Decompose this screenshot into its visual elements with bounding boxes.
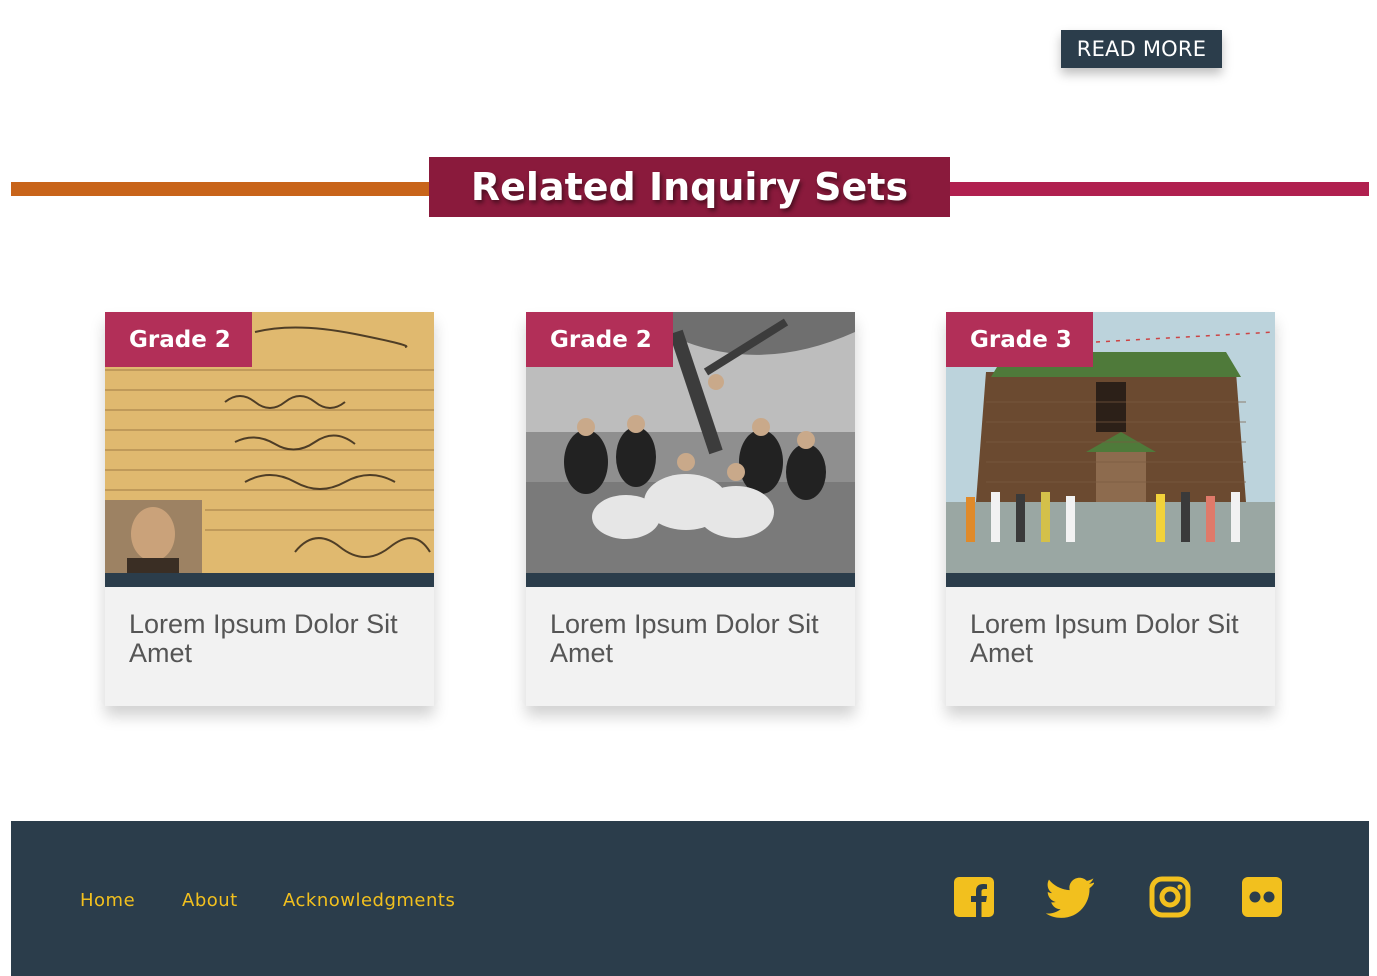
facebook-icon[interactable] <box>953 876 995 918</box>
grade-badge: Grade 3 <box>946 312 1093 367</box>
card-accent-bar <box>946 573 1275 587</box>
inquiry-card[interactable]: Grade 3 Lorem Ipsum Dolor Sit Amet <box>946 312 1275 706</box>
read-more-button[interactable]: READ MORE <box>1061 30 1222 68</box>
card-image-certificate: Grade 2 <box>105 312 434 573</box>
footer-link-about[interactable]: About <box>182 890 238 911</box>
card-accent-bar <box>526 573 855 587</box>
card-title: Lorem Ipsum Dolor Sit Amet <box>970 609 1239 668</box>
section-title: Related Inquiry Sets <box>429 157 950 217</box>
grade-badge: Grade 2 <box>105 312 252 367</box>
footer-link-home[interactable]: Home <box>80 890 135 911</box>
card-image-picnic: Grade 2 <box>526 312 855 573</box>
card-title: Lorem Ipsum Dolor Sit Amet <box>129 609 398 668</box>
inquiry-card[interactable]: Grade 2 Lorem Ipsum Dolor Sit Amet <box>105 312 434 706</box>
footer-link-acknowledgments[interactable]: Acknowledgments <box>283 890 455 911</box>
instagram-icon[interactable] <box>1149 876 1191 918</box>
card-title: Lorem Ipsum Dolor Sit Amet <box>550 609 819 668</box>
card-image-postcard: Grade 3 <box>946 312 1275 573</box>
card-accent-bar <box>105 573 434 587</box>
flickr-icon[interactable] <box>1241 876 1283 918</box>
grade-badge: Grade 2 <box>526 312 673 367</box>
section-rule-left <box>11 182 431 196</box>
section-rule-right <box>948 182 1369 196</box>
twitter-icon[interactable] <box>1045 876 1095 918</box>
inquiry-card[interactable]: Grade 2 Lorem Ipsum Dolor Sit Amet <box>526 312 855 706</box>
